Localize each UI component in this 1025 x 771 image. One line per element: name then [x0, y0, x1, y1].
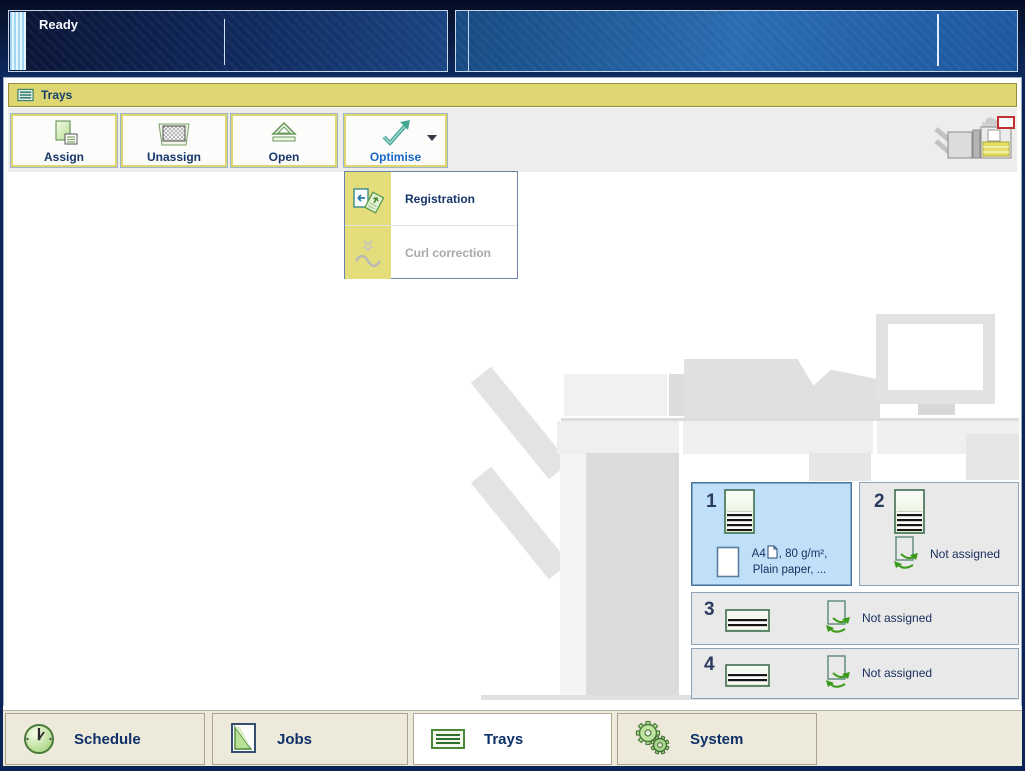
- menu-item-registration[interactable]: Registration: [345, 172, 517, 225]
- system-gears-icon: [634, 721, 672, 757]
- printer-top-box-divider: [669, 374, 684, 416]
- unassign-button-label: Unassign: [147, 150, 201, 164]
- tray-number: 1: [706, 491, 717, 513]
- status-panel-subdivider: [468, 11, 469, 71]
- tray-panel-3[interactable]: 3 Not assigned: [691, 592, 1019, 645]
- trays-panel: Trays Assign Unassign: [3, 77, 1022, 708]
- menu-icon-column: [345, 172, 391, 225]
- printer-band-gap: [679, 421, 683, 454]
- paper-stack-h-icon: [725, 609, 771, 633]
- printer-body-band: [557, 421, 1019, 454]
- tray-number: 4: [704, 654, 715, 676]
- printer-monitor: [876, 314, 995, 404]
- panel-title: Trays: [41, 88, 72, 102]
- tray-panel-4[interactable]: 4 Not assigned: [691, 648, 1019, 699]
- printer-feeder-arm-top: [471, 367, 569, 480]
- not-assigned-icon: [892, 535, 920, 573]
- media-size: A4: [752, 548, 766, 560]
- tab-label: Trays: [484, 731, 523, 748]
- curl-correction-icon: [352, 237, 384, 269]
- schedule-icon: [22, 722, 56, 756]
- tab-bar: Schedule Jobs Trays: [3, 710, 1022, 766]
- tray-status-label: Not assigned: [930, 547, 1000, 561]
- menu-item-curl-correction: Curl correction: [345, 225, 517, 279]
- printer-right-block: [966, 434, 1019, 480]
- tray-status-label: Not assigned: [862, 611, 932, 625]
- unassign-icon: [157, 119, 191, 149]
- tray-assignment: Not assigned: [824, 654, 932, 692]
- media-weight: , 80 g/m²,: [779, 548, 828, 560]
- registration-icon: [352, 183, 384, 215]
- tab-label: Schedule: [74, 731, 141, 748]
- not-assigned-icon: [824, 599, 852, 637]
- tab-label: System: [690, 731, 743, 748]
- printer-column-light: [560, 421, 586, 699]
- status-panel-right: [455, 10, 1018, 72]
- tray-status-label: Not assigned: [862, 666, 932, 680]
- printer-tower: [586, 453, 679, 699]
- status-panel-right-divider: [937, 14, 939, 66]
- status-bar: Ready: [0, 0, 1025, 77]
- printer-feeder-arm-bottom: [471, 467, 569, 580]
- optimise-icon: [379, 119, 413, 149]
- bottom-frame: [0, 766, 1025, 771]
- tab-system[interactable]: System: [617, 713, 817, 765]
- unassign-button[interactable]: Unassign: [121, 114, 227, 167]
- optimise-button[interactable]: Optimise: [344, 114, 447, 167]
- media-type: Plain paper, ...: [753, 564, 827, 576]
- tray-number: 2: [874, 491, 885, 513]
- printer-top-box: [564, 374, 667, 416]
- tab-label: Jobs: [277, 731, 312, 748]
- assign-button[interactable]: Assign: [11, 114, 117, 167]
- printer-engine-block: [684, 359, 880, 418]
- not-assigned-icon: [824, 654, 852, 692]
- printer-status-icon: [932, 114, 1016, 164]
- tab-trays[interactable]: Trays: [413, 713, 612, 765]
- printer-status-text: Ready: [39, 17, 78, 32]
- panel-title-bar: Trays: [8, 83, 1017, 107]
- optimise-button-label: Optimise: [370, 150, 421, 164]
- tray-media-info: A4 , 80 g/m², Plain paper, ...: [698, 545, 845, 579]
- optimise-menu: Registration Curl correction: [344, 171, 518, 279]
- menu-item-label: Curl correction: [405, 246, 491, 260]
- trays-title-icon: [17, 88, 34, 102]
- paper-stack-h-icon: [725, 664, 771, 688]
- tab-jobs[interactable]: Jobs: [212, 713, 408, 765]
- menu-icon-column: [345, 226, 391, 279]
- status-stripes-decoration: [10, 12, 26, 70]
- orientation-icon: [767, 545, 778, 559]
- tray-panel-2[interactable]: 2 Not assigned: [859, 482, 1019, 586]
- open-button-label: Open: [269, 150, 300, 164]
- tray-assignment: Not assigned: [824, 599, 932, 637]
- printer-band-gap: [873, 421, 877, 454]
- trays-tab-icon: [430, 725, 466, 753]
- menu-item-label: Registration: [405, 192, 475, 206]
- tray-assignment: Not assigned: [892, 535, 1000, 573]
- printer-monitor-stand: [918, 404, 955, 415]
- status-panel-divider: [224, 19, 225, 65]
- page-portrait-icon: [716, 546, 740, 578]
- assign-button-label: Assign: [44, 150, 84, 164]
- open-icon: [269, 119, 299, 149]
- paper-stack-icon: [894, 489, 926, 535]
- paper-stack-icon: [724, 489, 756, 535]
- open-button[interactable]: Open: [231, 114, 337, 167]
- jobs-icon: [229, 722, 259, 756]
- printer-mid-patch: [809, 453, 871, 481]
- tab-schedule[interactable]: Schedule: [5, 713, 205, 765]
- tray-number: 3: [704, 599, 715, 621]
- tray-panel-1[interactable]: 1 A4: [691, 482, 852, 586]
- status-panel-left: Ready: [8, 10, 448, 72]
- assign-icon: [48, 119, 80, 149]
- dropdown-caret-icon: [427, 135, 437, 141]
